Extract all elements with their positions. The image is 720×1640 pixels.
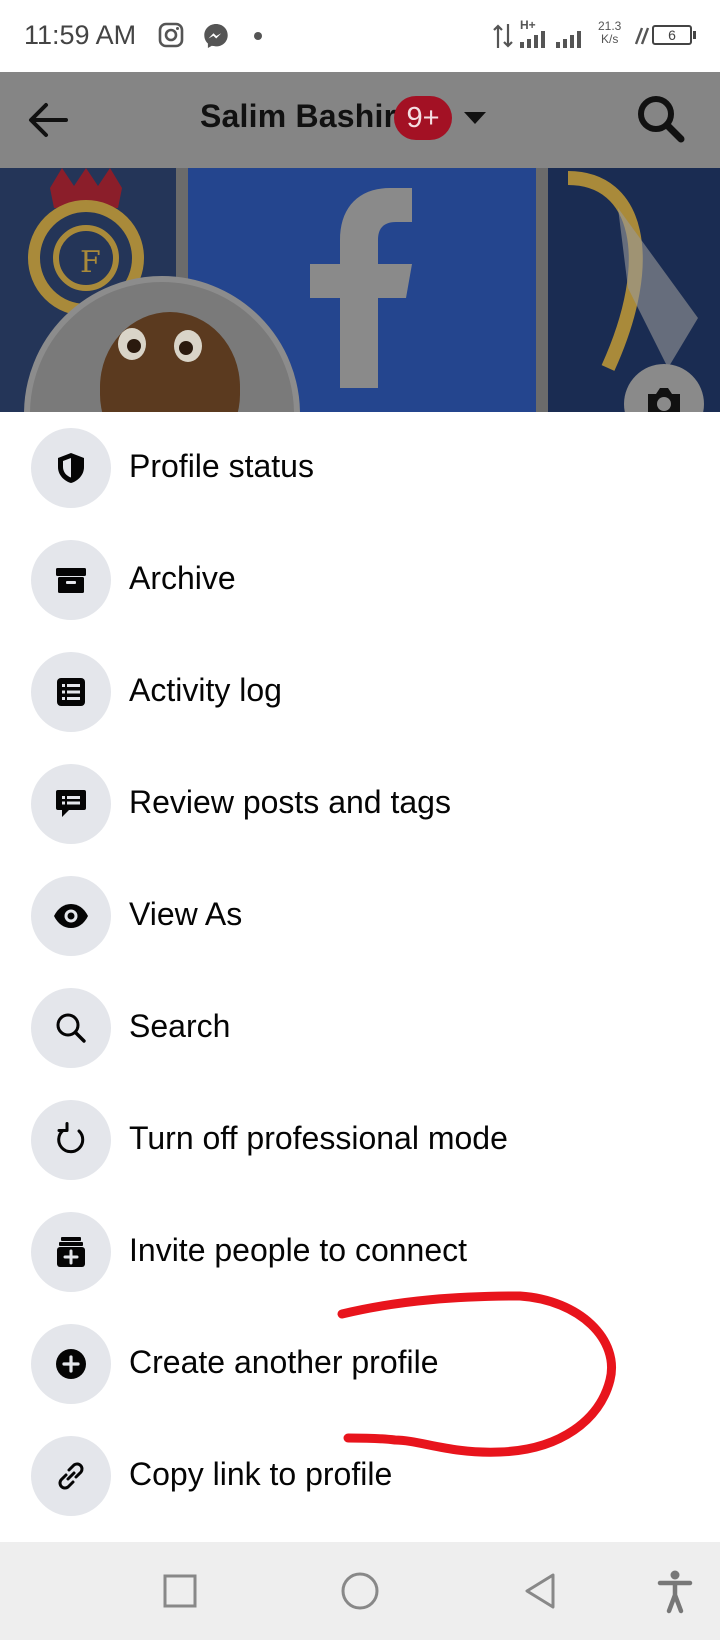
status-bar: 11:59 AM H+ 21.3 K/s 6: [0, 0, 720, 72]
accessibility-icon[interactable]: [650, 1566, 700, 1616]
recents-square-icon[interactable]: [155, 1566, 205, 1616]
search-icon[interactable]: [634, 92, 688, 146]
profile-header: Salim Bashir 9+: [0, 72, 720, 168]
menu-item-label: Turn off professional mode: [129, 1120, 508, 1156]
menu-item-invite-people[interactable]: Invite people to connect: [0, 1196, 720, 1308]
charging-icon: [634, 27, 650, 45]
eye-icon: [31, 876, 111, 956]
menu-item-copy-link[interactable]: Copy link to profile: [0, 1420, 720, 1532]
instagram-icon: [158, 22, 184, 48]
menu-item-activity-log[interactable]: Activity log: [0, 636, 720, 748]
menu-item-label: Search: [129, 1008, 231, 1044]
profile-menu: Profile status Archive Activity log Revi…: [0, 412, 720, 1542]
archive-box-icon: [31, 540, 111, 620]
menu-item-label: Activity log: [129, 672, 282, 708]
status-time: 11:59 AM: [24, 20, 137, 50]
cover-panel-right: [548, 168, 720, 412]
link-icon: [31, 1436, 111, 1516]
menu-item-label: Archive: [129, 560, 236, 596]
battery-icon: 6: [652, 25, 696, 45]
profile-avatar[interactable]: [24, 276, 300, 412]
home-circle-icon[interactable]: [335, 1566, 385, 1616]
shield-icon: [31, 428, 111, 508]
menu-item-review-posts[interactable]: Review posts and tags: [0, 748, 720, 860]
menu-item-label: Invite people to connect: [129, 1232, 468, 1268]
menu-item-search[interactable]: Search: [0, 972, 720, 1084]
plus-circle-icon: [31, 1324, 111, 1404]
net-speed: 21.3 K/s: [598, 19, 622, 46]
crest-partial-icon: [567, 171, 698, 371]
menu-item-label: Profile status: [129, 448, 314, 484]
svg-text:F: F: [80, 245, 101, 280]
menu-item-archive[interactable]: Archive: [0, 524, 720, 636]
cover-divider: [536, 168, 548, 412]
data-arrows-icon: [493, 24, 513, 48]
inbox-add-icon: [31, 1212, 111, 1292]
refresh-icon: [31, 1100, 111, 1180]
system-nav-bar: [0, 1542, 720, 1640]
notification-dot: [254, 32, 262, 40]
chevron-down-icon[interactable]: [464, 112, 486, 124]
list-icon: [31, 652, 111, 732]
signal-icon: [520, 31, 581, 48]
menu-item-view-as[interactable]: View As: [0, 860, 720, 972]
messenger-icon: [204, 24, 228, 48]
cover-photo[interactable]: F: [0, 168, 720, 412]
menu-item-create-profile[interactable]: Create another profile: [0, 1308, 720, 1420]
menu-item-label: View As: [129, 896, 243, 932]
avatar-eyes: [118, 328, 202, 362]
menu-item-label: Copy link to profile: [129, 1456, 393, 1492]
back-triangle-icon[interactable]: [515, 1566, 565, 1616]
menu-item-professional-mode[interactable]: Turn off professional mode: [0, 1084, 720, 1196]
camera-icon: [648, 388, 680, 412]
facebook-f-icon: [310, 188, 412, 388]
search-icon: [31, 988, 111, 1068]
menu-item-label: Create another profile: [129, 1344, 439, 1380]
menu-item-label: Review posts and tags: [129, 784, 451, 820]
back-arrow-icon[interactable]: [22, 94, 74, 146]
notification-badge: 9+: [394, 96, 452, 140]
profile-name[interactable]: Salim Bashir: [200, 98, 396, 135]
comment-icon: [31, 764, 111, 844]
menu-item-profile-status[interactable]: Profile status: [0, 412, 720, 524]
